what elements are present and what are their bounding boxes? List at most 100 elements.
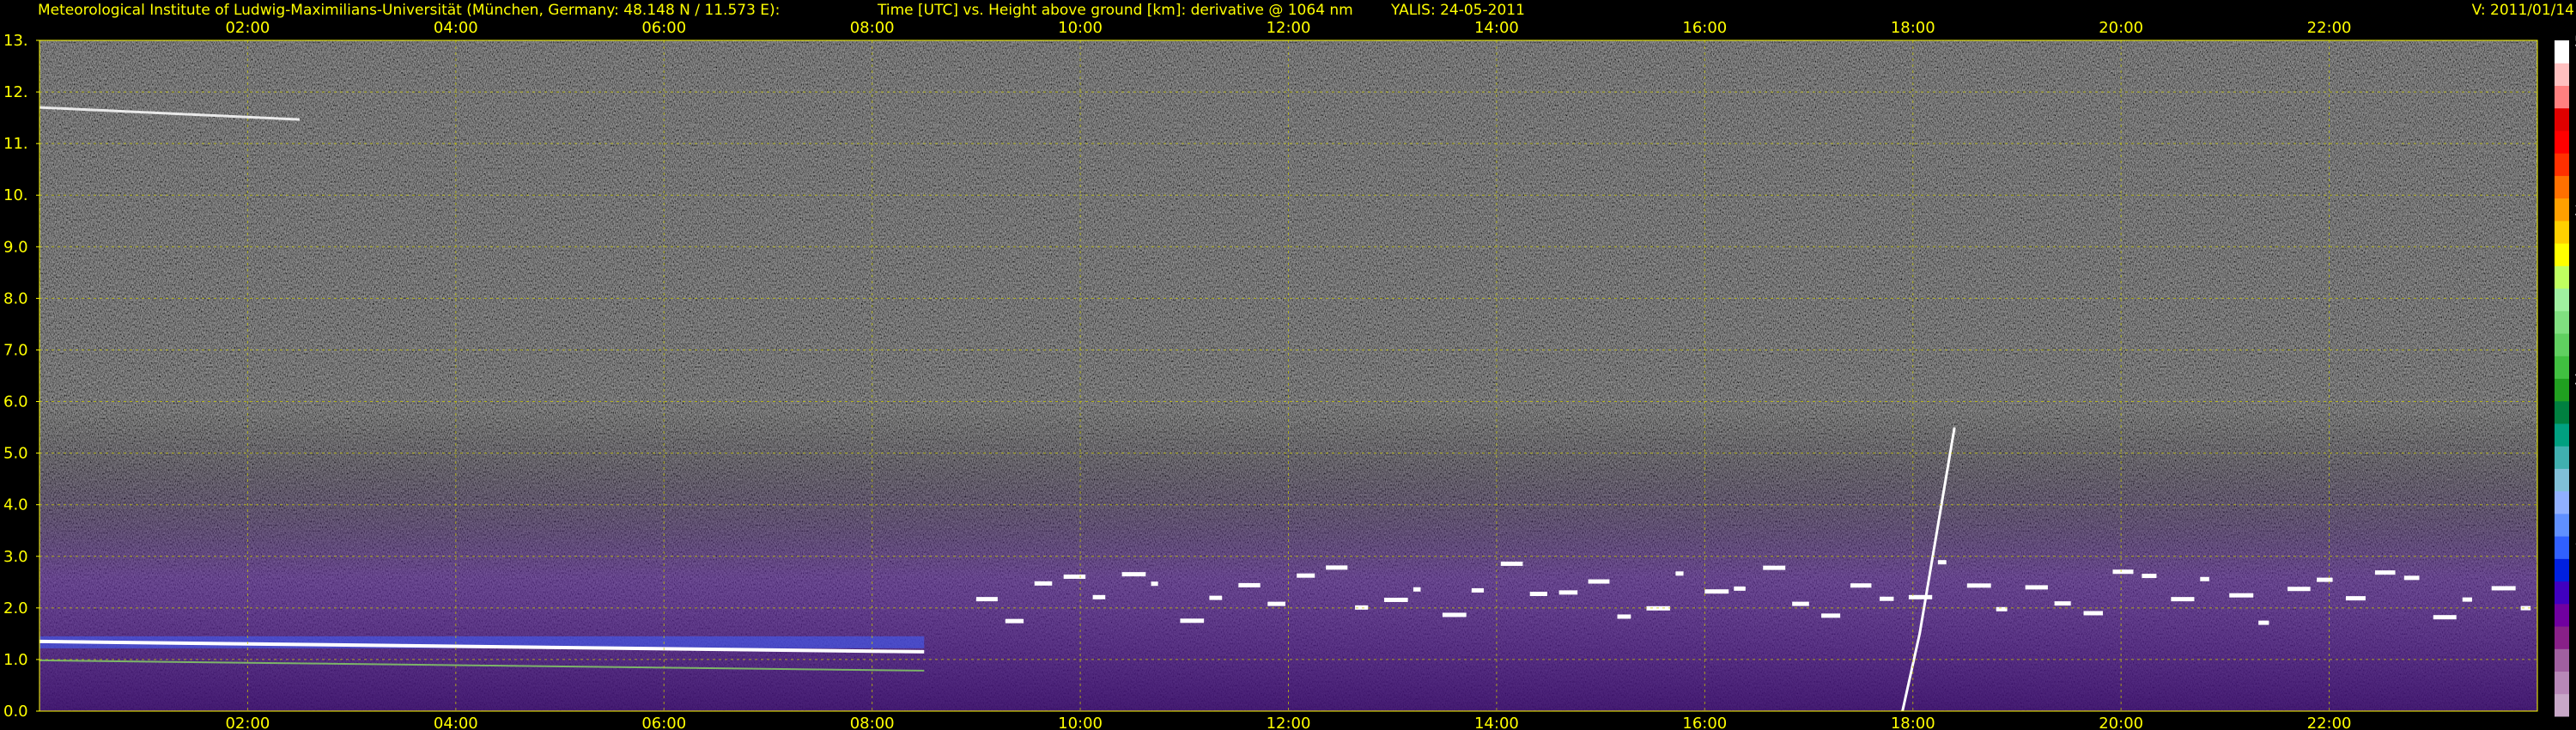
cloud-base-mark bbox=[1617, 614, 1631, 619]
x-tick-label-top: 18:00 bbox=[1891, 19, 1935, 37]
cloud-base-mark bbox=[1471, 587, 1485, 593]
cloud-base-mark bbox=[1908, 594, 1933, 599]
colorbar-swatch bbox=[2555, 513, 2569, 537]
y-tick-label: 8.0 bbox=[3, 289, 28, 307]
cloud-base-mark bbox=[1704, 589, 1729, 594]
x-tick-label-bottom: 08:00 bbox=[850, 715, 895, 730]
y-tick-label: 10. bbox=[3, 186, 28, 204]
cloud-base-mark bbox=[2025, 585, 2048, 590]
colorbar-swatch bbox=[2555, 490, 2569, 514]
colorbar-swatch bbox=[2555, 648, 2569, 672]
cloud-base-mark bbox=[1180, 618, 1205, 624]
colorbar-swatch bbox=[2555, 243, 2569, 266]
cloud-base-mark bbox=[2142, 574, 2157, 579]
x-tick-label-top: 10:00 bbox=[1058, 19, 1103, 37]
cloud-base-mark bbox=[2317, 577, 2333, 582]
colorbar-swatch bbox=[2555, 558, 2569, 582]
cloud-base-mark bbox=[2287, 587, 2311, 592]
colorbar-swatch bbox=[2555, 356, 2569, 379]
cloud-base-mark bbox=[1500, 561, 1523, 566]
cloud-base-mark bbox=[1267, 601, 1285, 606]
cloud-base-mark bbox=[1763, 565, 1786, 570]
y-tick-label: 7.0 bbox=[3, 341, 28, 359]
x-tick-label-bottom: 20:00 bbox=[2099, 715, 2143, 730]
cloud-base-mark bbox=[1675, 571, 1684, 576]
colorbar-swatch bbox=[2555, 626, 2569, 649]
cloud-base-mark bbox=[1558, 590, 1578, 595]
cloud-base-mark bbox=[1850, 583, 1872, 588]
y-tick-label: 12. bbox=[3, 83, 28, 101]
cloud-base-mark bbox=[2054, 601, 2071, 606]
colorbar-swatch bbox=[2555, 220, 2569, 244]
x-tick-label-top: 20:00 bbox=[2099, 19, 2143, 37]
colorbar-swatch bbox=[2555, 153, 2569, 176]
cloud-base-mark bbox=[2403, 575, 2420, 581]
cloud-base-mark bbox=[2345, 596, 2366, 601]
y-tick-label: 0.0 bbox=[3, 703, 28, 721]
colorbar-swatch bbox=[2555, 85, 2569, 109]
cloud-base-mark bbox=[2112, 569, 2134, 575]
cloud-base-mark bbox=[1879, 596, 1894, 601]
cloud-base-mark bbox=[1529, 592, 1547, 597]
cloud-base-mark bbox=[2258, 620, 2269, 625]
colorbar-swatch bbox=[2555, 603, 2569, 627]
colorbar-swatch bbox=[2555, 265, 2569, 289]
colorbar-swatch bbox=[2555, 130, 2569, 154]
y-tick-label: 5.0 bbox=[3, 445, 28, 463]
x-tick-label-top: 08:00 bbox=[850, 19, 895, 37]
cloud-base-mark bbox=[1734, 586, 1746, 591]
cloud-base-mark bbox=[2083, 611, 2104, 616]
aerosol-layer-tint bbox=[39, 40, 2537, 711]
colorbar-swatch bbox=[2555, 446, 2569, 469]
cloud-base-mark bbox=[975, 597, 998, 602]
colorbar-swatch bbox=[2555, 581, 2569, 605]
x-tick-label-top: 14:00 bbox=[1474, 19, 1519, 37]
cloud-base-mark bbox=[1297, 573, 1315, 578]
y-tick-label: 9.0 bbox=[3, 238, 28, 256]
colorbar-swatch bbox=[2555, 693, 2569, 717]
cloud-base-mark bbox=[1588, 579, 1610, 584]
colorbar-swatch bbox=[2555, 175, 2569, 199]
y-tick-label: 6.0 bbox=[3, 393, 28, 411]
cloud-base-mark bbox=[1821, 613, 1841, 618]
cloud-base-mark bbox=[1005, 618, 1024, 624]
colorbar-swatch bbox=[2555, 468, 2569, 492]
x-tick-label-bottom: 22:00 bbox=[2307, 715, 2352, 730]
x-tick-label-top: 16:00 bbox=[1682, 19, 1727, 37]
colorbar-swatch bbox=[2555, 310, 2569, 334]
plot-area bbox=[39, 40, 2537, 712]
cloud-base-mark bbox=[1792, 601, 1809, 606]
cloud-base-mark bbox=[2462, 597, 2472, 602]
x-tick-label-top: 04:00 bbox=[434, 19, 478, 37]
y-tick-label: 2.0 bbox=[3, 599, 28, 617]
y-tick-label: 1.0 bbox=[3, 651, 28, 669]
cloud-base-mark bbox=[2374, 570, 2396, 575]
y-tick-label: 11. bbox=[3, 135, 28, 153]
colorbar-swatch bbox=[2555, 671, 2569, 695]
colorbar-swatch bbox=[2555, 423, 2569, 447]
cloud-base-mark bbox=[2433, 615, 2457, 620]
cloud-base-mark bbox=[1151, 581, 1158, 587]
cloud-base-mark bbox=[1413, 587, 1421, 592]
cloud-base-mark bbox=[1092, 594, 1106, 599]
y-tick-label: 3.0 bbox=[3, 548, 28, 566]
colorbar-swatch bbox=[2555, 400, 2569, 424]
cloud-base-mark bbox=[1063, 574, 1086, 579]
x-tick-label-top: 12:00 bbox=[1267, 19, 1311, 37]
cloud-base-mark bbox=[1121, 572, 1146, 577]
colorbar-swatch bbox=[2555, 40, 2569, 64]
x-tick-label-bottom: 06:00 bbox=[641, 715, 686, 730]
y-tick-label: 13. bbox=[3, 32, 28, 50]
x-tick-label-bottom: 18:00 bbox=[1891, 715, 1935, 730]
colorbar-swatch bbox=[2555, 198, 2569, 222]
cloud-base-mark bbox=[2491, 586, 2516, 591]
cloud-base-mark bbox=[1209, 595, 1223, 600]
colorbar-swatch bbox=[2555, 536, 2569, 559]
x-tick-label-bottom: 14:00 bbox=[1474, 715, 1519, 730]
cloud-base-mark bbox=[1326, 565, 1348, 570]
x-tick-label-top: 22:00 bbox=[2307, 19, 2352, 37]
cloud-base-mark bbox=[1238, 582, 1261, 587]
x-tick-label-bottom: 12:00 bbox=[1267, 715, 1311, 730]
x-tick-label-bottom: 16:00 bbox=[1682, 715, 1727, 730]
y-tick-label: 4.0 bbox=[3, 496, 28, 514]
